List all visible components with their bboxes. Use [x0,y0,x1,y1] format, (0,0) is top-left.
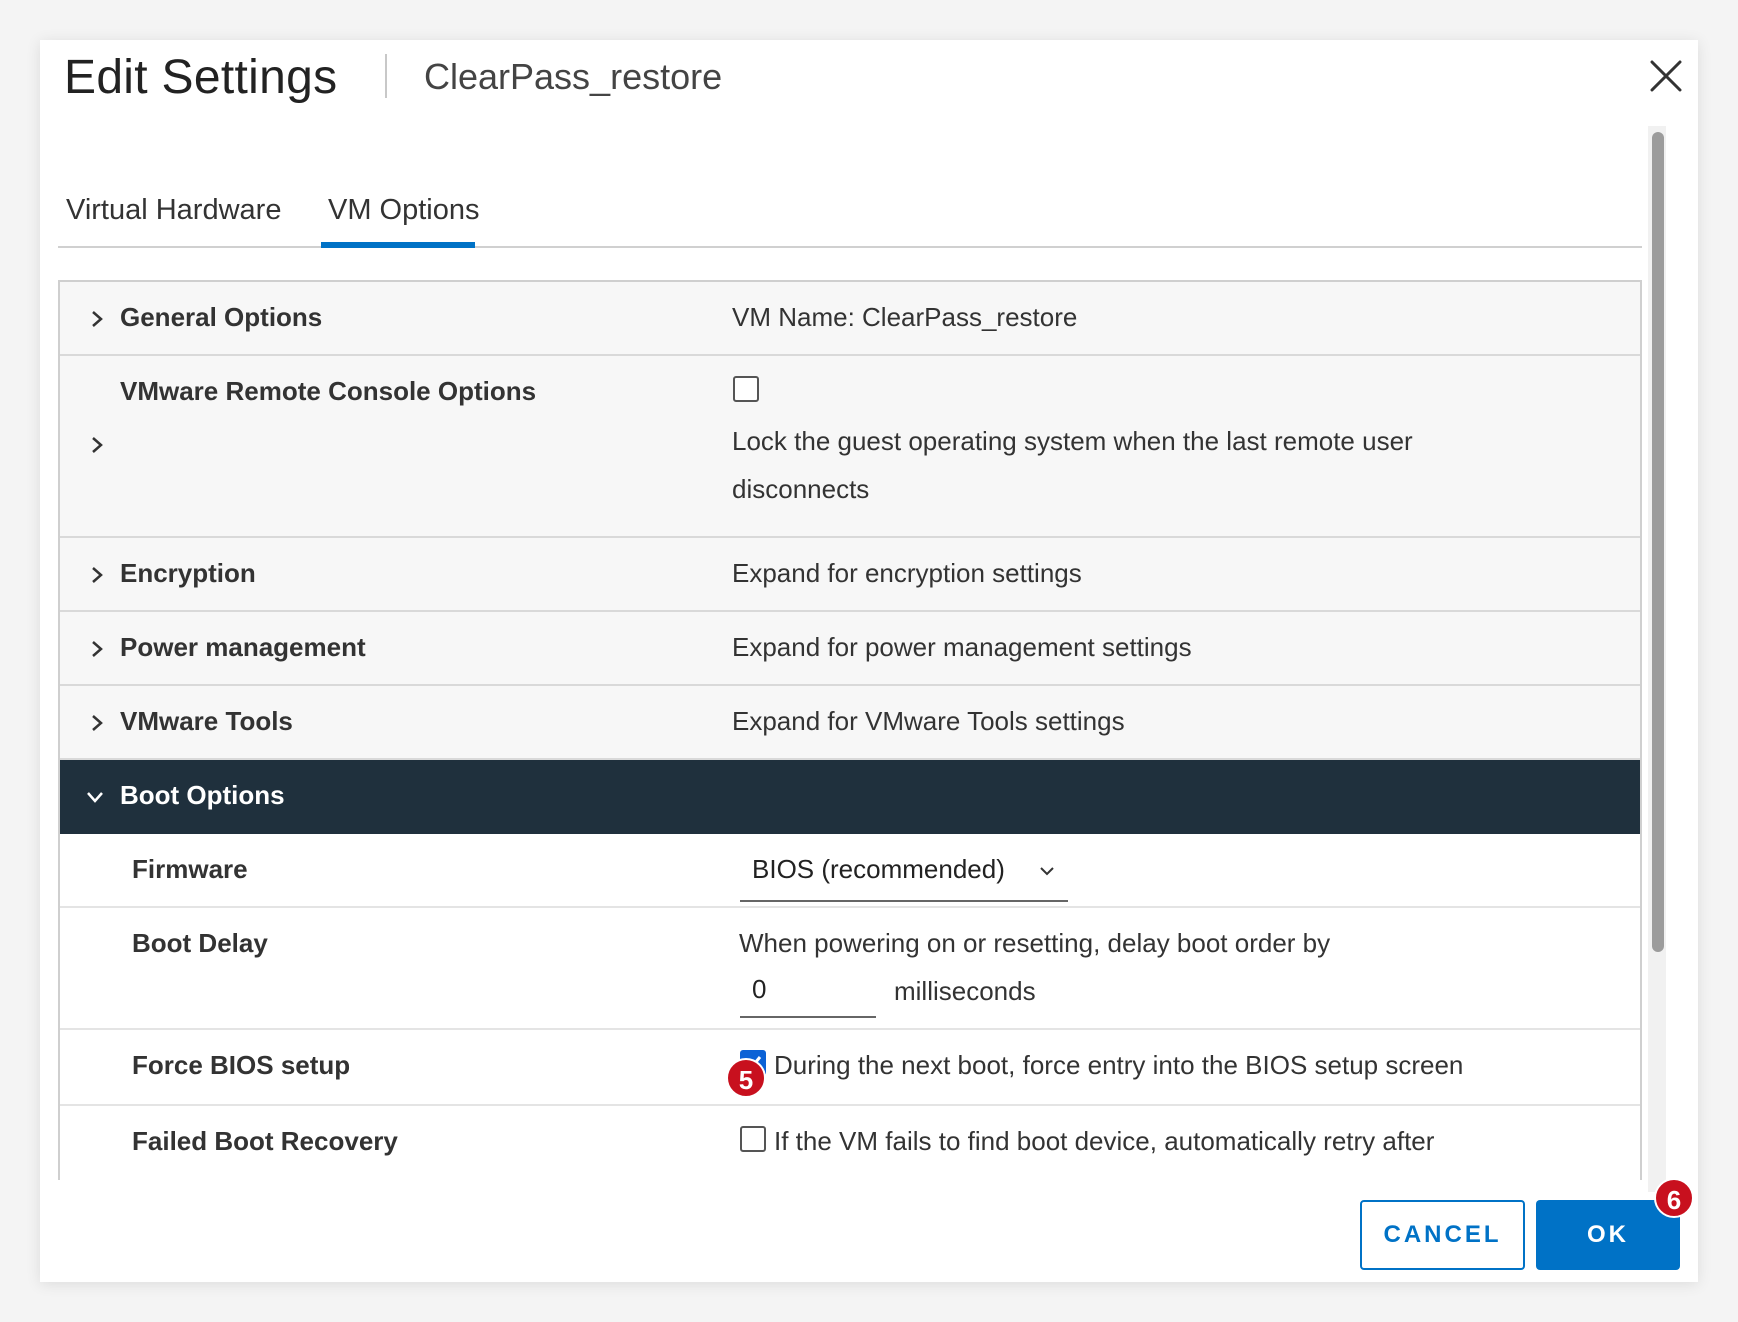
boot-delay-label: Boot Delay [132,928,268,958]
section-value: Expand for VMware Tools settings [732,706,1125,736]
section-label: General Options [120,302,323,332]
force-bios-text: During the next boot, force entry into t… [774,1050,1464,1080]
section-encryption[interactable]: Encryption Expand for encryption setting… [60,538,1640,612]
step-badge-5: 5 [726,1058,766,1098]
lock-guest-os-text-line2: disconnects [732,474,870,504]
dialog-title: Edit Settings [64,51,338,104]
chevron-down-icon [1040,867,1054,876]
cancel-button[interactable]: CANCEL [1360,1200,1525,1270]
chevron-right-icon [92,715,103,731]
boot-delay-input[interactable]: 0 [740,968,876,1018]
boot-delay-unit: milliseconds [894,976,1036,1006]
active-tab-indicator [321,242,475,248]
chevron-right-icon [92,567,103,583]
section-value: Expand for encryption settings [732,558,1082,588]
section-label: VMware Remote Console Options [120,376,537,406]
section-boot-options[interactable]: Boot Options [60,760,1640,834]
tab-vm-options[interactable]: VM Options [328,194,480,227]
chevron-right-icon [92,311,103,327]
section-label: Encryption [120,558,256,588]
section-value: Expand for power management settings [732,632,1192,662]
firmware-label: Firmware [132,854,248,884]
section-vmware-tools[interactable]: VMware Tools Expand for VMware Tools set… [60,686,1640,760]
section-remote-console-options[interactable]: VMware Remote Console Options Lock the g… [60,356,1640,538]
section-label: VMware Tools [120,706,293,736]
step-badge-6: 6 [1654,1178,1694,1218]
boot-delay-text: When powering on or resetting, delay boo… [739,928,1331,958]
dialog-subtitle: ClearPass_restore [424,56,723,97]
chevron-right-icon [92,437,103,453]
close-icon[interactable] [1646,56,1686,96]
scrollbar-thumb[interactable] [1652,132,1664,952]
force-bios-label: Force BIOS setup [132,1050,351,1080]
firmware-selected-value: BIOS (recommended) [752,854,1005,884]
section-label: Power management [120,632,366,662]
tab-bar: Virtual Hardware VM Options [58,140,1642,248]
vm-options-panel: General Options VM Name: ClearPass_resto… [58,280,1642,1192]
failed-boot-recovery-checkbox[interactable] [740,1126,766,1152]
section-power-management[interactable]: Power management Expand for power manage… [60,612,1640,686]
title-divider [385,54,387,98]
failed-boot-recovery-label: Failed Boot Recovery [132,1126,398,1156]
firmware-select[interactable]: BIOS (recommended) [740,848,1068,902]
force-bios-row: Force BIOS setup During the next boot, f… [60,1030,1640,1106]
options-stack: General Options VM Name: ClearPass_resto… [58,280,1642,1180]
failed-boot-recovery-text: If the VM fails to find boot device, aut… [774,1126,1435,1156]
lock-guest-os-text-line1: Lock the guest operating system when the… [732,426,1413,456]
section-value: VM Name: ClearPass_restore [732,302,1078,332]
chevron-right-icon [92,641,103,657]
lock-guest-os-checkbox[interactable] [733,376,759,402]
edit-settings-dialog: Edit Settings ClearPass_restore Virtual … [40,40,1698,1282]
firmware-row: Firmware BIOS (recommended) [60,834,1640,908]
boot-delay-value: 0 [752,974,767,1004]
boot-delay-row: Boot Delay When powering on or resetting… [60,908,1640,1030]
section-label: Boot Options [120,780,285,810]
section-general-options[interactable]: General Options VM Name: ClearPass_resto… [60,282,1640,356]
tab-virtual-hardware[interactable]: Virtual Hardware [66,194,281,227]
chevron-down-icon [87,792,103,803]
failed-boot-recovery-row: Failed Boot Recovery If the VM fails to … [60,1106,1640,1180]
